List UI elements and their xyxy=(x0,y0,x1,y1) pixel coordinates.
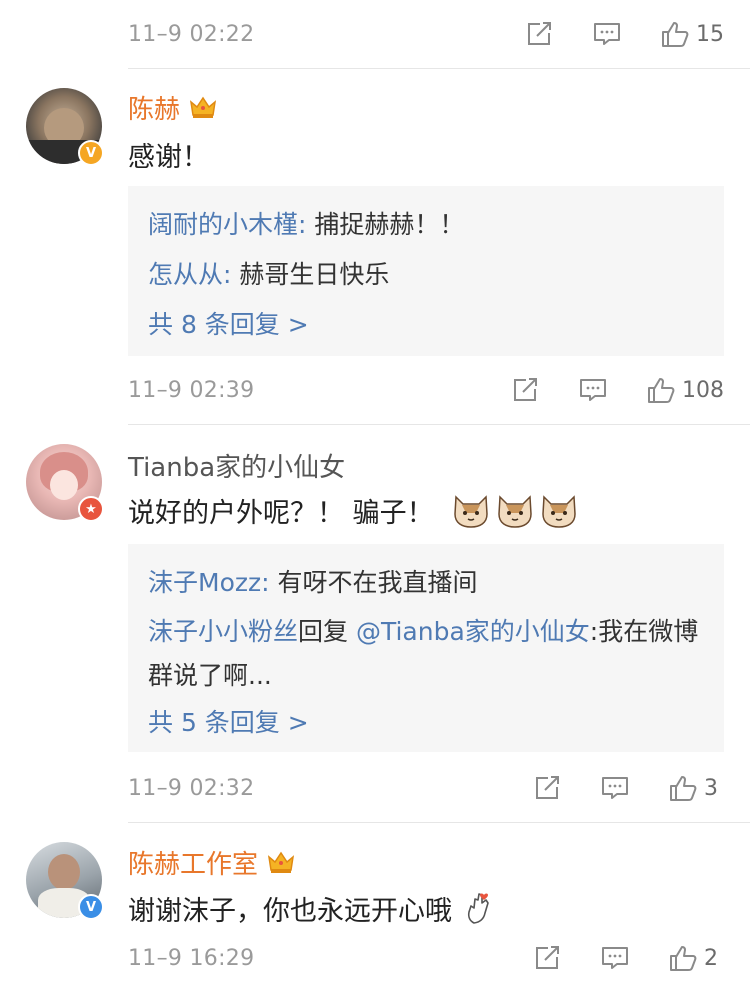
comment-icon[interactable] xyxy=(600,773,630,803)
comment-author[interactable]: 陈赫工作室 xyxy=(128,842,296,882)
like-icon[interactable] xyxy=(668,773,698,803)
reply-item: 怎从从: 赫哥生日快乐 xyxy=(148,260,390,289)
like-count: 3 xyxy=(704,775,718,801)
verified-badge-icon: V xyxy=(78,140,104,166)
comment-actions: 15 xyxy=(524,19,724,49)
more-replies-link[interactable]: 共 8 条回复 > xyxy=(148,300,704,350)
reply-item: 沫子Mozz: 有呀不在我直播间 xyxy=(148,568,478,597)
reply-box[interactable]: 沫子Mozz: 有呀不在我直播间 沫子小小粉丝回复 @Tianba家的小仙女:我… xyxy=(128,544,724,752)
divider xyxy=(128,68,750,69)
share-icon[interactable] xyxy=(532,773,562,803)
like-count: 15 xyxy=(696,21,724,47)
comment-text: 谢谢沫子，你也永远开心哦 xyxy=(128,886,494,930)
verified-badge-icon: V xyxy=(78,894,104,920)
reply-box[interactable]: 阔耐的小木槿: 捕捉赫赫！！ 怎从从: 赫哥生日快乐 共 8 条回复 > xyxy=(128,186,724,356)
like-count: 108 xyxy=(682,377,724,403)
comment-text: 感谢！ xyxy=(128,141,209,173)
divider xyxy=(128,424,750,425)
like-icon[interactable] xyxy=(646,375,676,405)
author-name: Tianba家的小仙女 xyxy=(128,452,346,483)
comment-actions: 3 xyxy=(532,773,724,803)
comment-author[interactable]: 陈赫 xyxy=(128,88,218,126)
like-icon[interactable] xyxy=(668,943,698,973)
crown-icon xyxy=(188,94,218,120)
cat-emoji-icon xyxy=(496,491,534,529)
author-name: 陈赫工作室 xyxy=(128,849,259,880)
comment-meta-row: 11–9 02:22 15 xyxy=(128,14,724,54)
comment-icon[interactable] xyxy=(578,375,608,405)
like-icon[interactable] xyxy=(660,19,690,49)
comment-author[interactable]: Tianba家的小仙女 xyxy=(128,446,345,484)
share-icon[interactable] xyxy=(524,19,554,49)
comment-meta-row: 11–9 02:32 3 xyxy=(128,768,724,808)
reply-text: 有呀不在我直播间 xyxy=(277,568,478,597)
comment-text: 说好的户外呢？！ 骗子！ xyxy=(128,488,578,532)
reply-author[interactable]: 沫子Mozz xyxy=(148,568,261,597)
reply-text: 捕捉赫赫！！ xyxy=(314,210,465,239)
reply-item: 沫子小小粉丝回复 @Tianba家的小仙女:我在微博群说了啊... xyxy=(148,617,699,690)
author-name: 陈赫 xyxy=(128,94,181,125)
comment-time: 11–9 02:32 xyxy=(128,775,255,801)
comment-time: 11–9 02:39 xyxy=(128,377,255,403)
comment-meta-row: 11–9 16:29 2 xyxy=(128,938,724,978)
cat-emoji-icon xyxy=(540,491,578,529)
comment-time: 11–9 16:29 xyxy=(128,945,255,971)
share-icon[interactable] xyxy=(532,943,562,973)
divider xyxy=(128,822,750,823)
reply-item: 阔耐的小木槿: 捕捉赫赫！！ xyxy=(148,210,465,239)
verified-badge-icon: ★ xyxy=(78,496,104,522)
reply-mention[interactable]: @Tianba家的小仙女 xyxy=(356,617,590,646)
comment-actions: 2 xyxy=(532,943,724,973)
comment-icon[interactable] xyxy=(592,19,622,49)
reply-author[interactable]: 沫子小小粉丝 xyxy=(148,617,298,646)
crown-icon xyxy=(266,849,296,875)
comment-meta-row: 11–9 02:39 108 xyxy=(128,370,724,410)
reply-text: 赫哥生日快乐 xyxy=(239,260,390,289)
reply-author[interactable]: 阔耐的小木槿 xyxy=(148,210,298,239)
hand-heart-emoji-icon xyxy=(464,891,494,925)
like-count: 2 xyxy=(704,945,718,971)
reply-author[interactable]: 怎从从 xyxy=(148,260,223,289)
more-replies-link[interactable]: 共 5 条回复 > xyxy=(148,698,704,748)
cat-emoji-icon xyxy=(452,491,490,529)
comment-icon[interactable] xyxy=(600,943,630,973)
comment-time: 11–9 02:22 xyxy=(128,21,255,47)
comment-actions: 108 xyxy=(510,375,724,405)
share-icon[interactable] xyxy=(510,375,540,405)
